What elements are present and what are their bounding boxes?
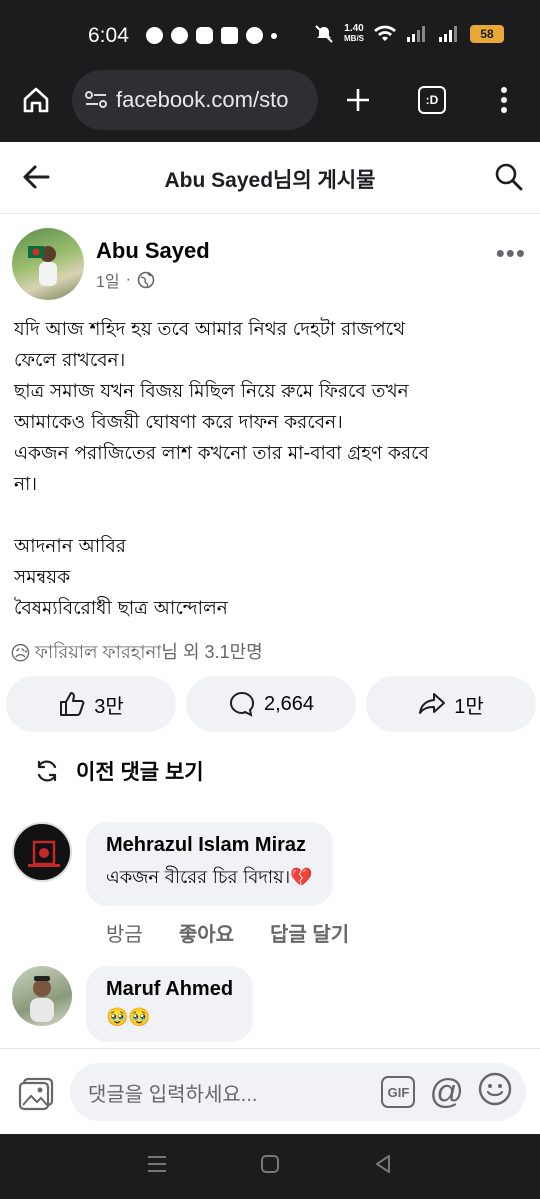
more-notifications-icon [271,32,277,39]
comment-composer: 댓글을 입력하세요... GIF @ [0,1048,540,1134]
wifi-icon [374,25,396,41]
search-icon[interactable] [494,162,524,197]
comment-placeholder: 댓글을 입력하세요... [88,1083,258,1106]
notification-icons [146,27,277,44]
refresh-icon [37,760,57,782]
post-text: যদি আজ শহিদ হয় তবে আমার নিথর দেহটা রাজপ… [14,314,530,624]
site-settings-icon[interactable] [84,89,108,111]
share-button[interactable]: 1만 [366,676,536,732]
page-title: Abu Sayed님의 게시물 [164,169,376,192]
author-name[interactable]: Abu Sayed [96,238,210,264]
globe-icon [137,271,155,289]
new-tab-icon[interactable] [340,82,376,118]
more-options-icon[interactable]: ••• [496,238,526,269]
post-line: ছাত্র সমাজ যখন বিজয় মিছিল নিয়ে রুমে ফি… [14,381,409,402]
thumbs-up-icon [60,692,85,716]
signal-icon [439,26,457,42]
status-bar: 6:04 1.40 MB/S 58 [0,0,540,70]
commenter-avatar[interactable] [12,966,72,1026]
net-speed: 1.40 MB/S [344,23,364,44]
post-meta: 1일 · [96,268,155,292]
menu-icon[interactable] [486,82,522,118]
post-line: না। [14,474,38,495]
home-nav-icon[interactable] [259,1153,281,1180]
post-actions: 3만 2,664 1만 [6,676,536,732]
mute-icon [315,25,333,43]
comment-actions: 방금 좋아요 답글 달기 [106,918,349,947]
meta-separator: · [125,271,131,288]
signal-icon [407,26,425,42]
emoji-icon[interactable] [478,1072,512,1112]
post-line: আদনান আবির [14,536,126,557]
status-time: 6:04 [88,24,129,47]
composer-icons: GIF @ [381,1063,512,1121]
author-avatar[interactable] [12,228,84,300]
comment-icon [230,691,254,717]
status-right: 1.40 MB/S 58 [314,24,504,44]
post-line [14,500,530,531]
post-line: ফেলে রাখবেন। [14,350,126,371]
app-icon [221,27,238,44]
view-previous-comments[interactable]: 이전 댓글 보기 [34,756,204,786]
gif-icon[interactable]: GIF [381,1076,416,1108]
commenter-avatar[interactable] [12,822,72,882]
comment-like-button[interactable]: 좋아요 [179,918,234,947]
post-line: যদি আজ শহিদ হয় তবে আমার নিথর দেহটা রাজপ… [14,319,406,340]
instagram-icon [196,27,213,44]
tabs-button[interactable]: :D [414,82,450,118]
post-line: একজন পরাজিতের লাশ কখনো তার মা-বাবা গ্রহণ… [14,443,429,464]
comment-reply-button[interactable]: 답글 달기 [270,918,349,947]
url-text: facebook.com/sto [116,87,289,112]
comment-bubble: Mehrazul Islam Miraz একজন বীরের চির বিদা… [86,822,333,906]
commenter-name[interactable]: Maruf Ahmed [106,978,233,1001]
facebook-icon [246,27,263,44]
view-previous-label: 이전 댓글 보기 [76,761,204,784]
comment-time: 방금 [106,924,143,946]
post-line: আমাকেও বিজয়ী ঘোষণা করে দাফন করবেন। [14,412,343,433]
post-line: বৈষম্যবিরোধী ছাত্র আন্দোলন [14,598,228,619]
messenger-icon [171,27,188,44]
home-icon[interactable] [18,82,54,118]
comment-text: 🥹🥹 [106,1007,151,1028]
url-bar[interactable]: facebook.com/sto [72,70,318,130]
comment-text: একজন বীরের চির বিদায়।💔 [106,867,313,888]
sad-reaction-icon: 😥 [10,643,31,665]
reactions-summary[interactable]: 😥 ফারিয়াল ফারহানা님 외 3.1만명 [10,638,263,669]
share-icon [419,693,446,714]
page-header: Abu Sayed님의 게시물 [0,142,540,214]
comment-count: 2,664 [263,692,315,715]
commenter-name[interactable]: Mehrazul Islam Miraz [106,834,313,857]
mention-icon[interactable]: @ [429,1075,464,1109]
comment-button[interactable]: 2,664 [186,676,356,732]
messenger-icon [146,27,163,44]
battery-indicator: 58 [470,25,504,43]
photo-icon[interactable] [18,1077,54,1116]
post-line: সমন্বয়ক [14,567,71,588]
like-button[interactable]: 3만 [6,676,176,732]
recent-apps-icon[interactable] [146,1153,168,1180]
like-count: 3만 [94,695,124,718]
reactions-text: ফারিয়াল ফারহানা님 외 3.1만명 [34,642,263,662]
comment-bubble: Maruf Ahmed 🥹🥹 [86,966,254,1042]
share-count: 1만 [454,695,484,718]
comment-input[interactable]: 댓글을 입력하세요... GIF @ [70,1063,526,1121]
post-time[interactable]: 1일 [96,268,120,292]
browser-toolbar: facebook.com/sto :D [0,70,540,142]
back-nav-icon[interactable] [372,1153,394,1180]
system-nav-bar [0,1134,540,1199]
